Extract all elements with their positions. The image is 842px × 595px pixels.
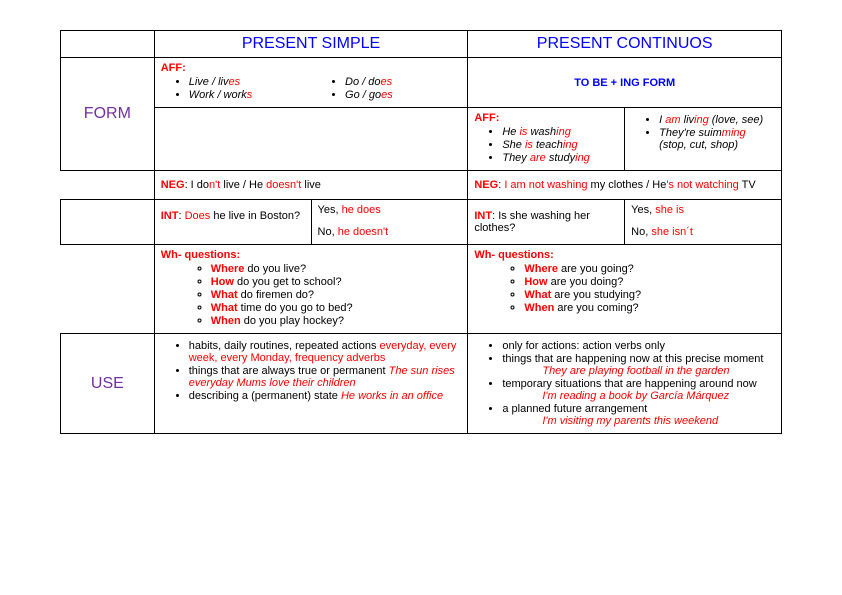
wh-pc: Wh- questions: Where are you going?How a… — [468, 245, 782, 334]
use-ps: habits, daily routines, repeated actions… — [154, 334, 468, 434]
wh-item: When are you coming? — [524, 302, 775, 314]
wh-item: How do you get to school? — [211, 276, 462, 288]
int-ps-q: INT: Does he live in Boston? — [154, 200, 311, 245]
header-present-continuous: PRESENT CONTINUOS — [468, 31, 782, 58]
header-present-simple: PRESENT SIMPLE — [154, 31, 468, 58]
tobe-header: TO BE + ING FORM — [468, 58, 782, 108]
spacer-int — [61, 200, 155, 245]
neg-pc: NEG: I am not washing my clothes / He's … — [468, 171, 782, 200]
wh-item: What are you studying? — [524, 289, 775, 301]
label-use: USE — [61, 334, 155, 434]
spacer-wh — [61, 245, 155, 334]
blank-cell — [61, 31, 155, 58]
grammar-table: PRESENT SIMPLE PRESENT CONTINUOS FORM AF… — [60, 30, 782, 434]
aff-ps-extra — [154, 108, 468, 171]
use-pc: only for actions: action verbs only thin… — [468, 334, 782, 434]
wh-item: Where do you live? — [211, 263, 462, 275]
wh-item: When do you play hockey? — [211, 315, 462, 327]
neg-ps: NEG: I don't live / He doesn't live — [154, 171, 468, 200]
int-pc-q: INT: Is she washing her clothes? — [468, 200, 625, 245]
int-ps-a: Yes, he does No, he doesn't — [311, 200, 468, 245]
aff-pc-col2: I am living (love, see) They're suimming… — [625, 108, 782, 171]
wh-item: Where are you going? — [524, 263, 775, 275]
label-form: FORM — [61, 58, 155, 171]
wh-ps: Wh- questions: Where do you live?How do … — [154, 245, 468, 334]
int-pc-a: Yes, she is No, she isn´t — [625, 200, 782, 245]
wh-item: What do firemen do? — [211, 289, 462, 301]
aff-ps-col1: AFF: Live / lives Work / works — [154, 58, 311, 108]
wh-item: What time do you go to bed? — [211, 302, 462, 314]
aff-ps-col2: Do / does Go / goes — [311, 58, 468, 108]
wh-item: How are you doing? — [524, 276, 775, 288]
aff-pc-col1: AFF: He is washing She is teaching They … — [468, 108, 625, 171]
spacer — [61, 171, 155, 200]
